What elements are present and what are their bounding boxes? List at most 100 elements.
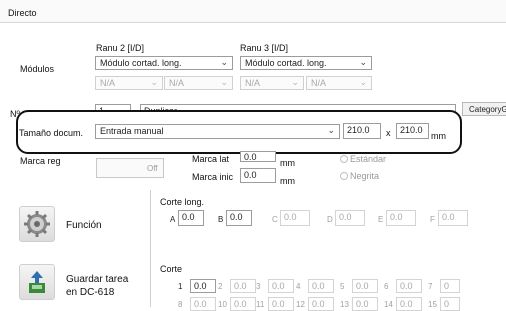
save-task-button[interactable] (19, 264, 55, 300)
cut-field-11[interactable]: 0.0 (268, 297, 294, 311)
cut-field-12[interactable]: 0.0 (308, 297, 334, 311)
long-cut-value: 0.0 (390, 212, 403, 222)
module-col2-na2-value: N/A (311, 78, 327, 88)
radio-bold-label: Negrita (350, 171, 380, 181)
save-icon (29, 271, 45, 293)
cut-key-4: 4 (296, 282, 301, 291)
cut-field-10[interactable]: 0.0 (230, 297, 256, 311)
cut-key-7: 7 (428, 282, 433, 291)
module-col2-value: Módulo cortad. long. (245, 58, 327, 68)
long-cut-value: 0.0 (182, 212, 195, 222)
module-col1-header: Ranu 2 [I/D] (96, 43, 145, 53)
function-label: Función (66, 220, 102, 231)
cut-field-2[interactable]: 0.0 (230, 279, 256, 293)
module-col1-na2-select[interactable]: N/A ⌄ (164, 76, 233, 90)
save-task-label-line1: Guardar tarea (66, 274, 129, 285)
module-col2-na1-value: N/A (245, 78, 261, 88)
long-cut-key-a: A (170, 215, 176, 224)
cut-value: 0 (444, 281, 450, 291)
long-cut-value: 0.0 (339, 212, 352, 222)
registration-toggle-text: Off (147, 164, 158, 173)
mark-start-unit: mm (280, 176, 295, 186)
cut-field-6[interactable]: 0.0 (396, 279, 422, 293)
cut-field-1[interactable]: 0.0 (190, 279, 216, 293)
cut-value: 0.0 (234, 299, 247, 309)
mark-lat-label: Marca lat (192, 154, 230, 164)
module-col1-na2-value: N/A (169, 78, 185, 88)
cut-key-5: 5 (340, 282, 345, 291)
doc-size-select[interactable]: Entrada manual ⌄ (95, 124, 340, 139)
chevron-down-icon: ⌄ (359, 57, 367, 67)
cut-field-14[interactable]: 0.0 (396, 297, 422, 311)
cut-value: 0.0 (312, 281, 325, 291)
long-cut-field-e[interactable]: 0.0 (386, 210, 416, 226)
cut-field-5[interactable]: 0.0 (352, 279, 378, 293)
mark-start-field[interactable]: 0.0 (240, 168, 276, 183)
cut-value: 0.0 (400, 299, 413, 309)
cut-value: 0.0 (272, 281, 285, 291)
radio-standard-label: Estándar (350, 154, 387, 164)
long-cut-key-e: E (378, 215, 384, 224)
cut-field-4[interactable]: 0.0 (308, 279, 334, 293)
cut-field-13[interactable]: 0.0 (352, 297, 378, 311)
chevron-down-icon: ⌄ (220, 77, 228, 87)
long-cut-field-f[interactable]: 0.0 (438, 210, 468, 226)
cut-title: Corte (160, 264, 183, 274)
module-col2-na2-select[interactable]: N/A ⌄ (306, 76, 372, 90)
radio-bold[interactable] (340, 172, 348, 180)
doc-size-unit: mm (431, 131, 446, 141)
save-task-label-line2: en DC-618 (66, 287, 115, 298)
doc-width-field[interactable]: 210.0 (343, 123, 381, 139)
cut-value: 0.0 (194, 281, 207, 291)
chevron-down-icon: ⌄ (359, 77, 367, 87)
cut-key-10: 10 (218, 300, 227, 309)
cut-field-7[interactable]: 0 (440, 279, 460, 293)
cut-value: 0 (444, 299, 450, 309)
chevron-down-icon: ⌄ (220, 57, 228, 67)
modules-label: Módulos (20, 64, 55, 74)
module-col1-select[interactable]: Módulo cortad. long. ⌄ (95, 56, 233, 70)
mark-lat-unit: mm (280, 158, 295, 168)
long-cut-value: 0.0 (442, 212, 455, 222)
long-cut-field-b[interactable]: 0.0 (226, 210, 252, 226)
module-col1-na1-select[interactable]: N/A ⌄ (95, 76, 163, 90)
long-cut-field-c[interactable]: 0.0 (280, 210, 310, 226)
category-button[interactable]: CategoryG (462, 102, 506, 116)
doc-width-value: 210.0 (347, 125, 370, 135)
chevron-down-icon: ⌄ (291, 77, 299, 87)
module-col2-header: Ranu 3 [I/D] (240, 43, 289, 53)
module-col2-na1-select[interactable]: N/A ⌄ (240, 76, 304, 90)
module-col2-select[interactable]: Módulo cortad. long. ⌄ (240, 56, 372, 70)
cut-key-11: 11 (256, 300, 265, 309)
module-col1-na1-value: N/A (100, 78, 116, 88)
radio-standard[interactable] (340, 155, 348, 163)
long-cut-key-b: B (218, 215, 224, 224)
function-button[interactable] (19, 206, 55, 242)
cut-key-8: 8 (178, 300, 183, 309)
module-col1-value: Módulo cortad. long. (100, 58, 182, 68)
cut-key-12: 12 (296, 300, 305, 309)
section-divider (150, 190, 151, 307)
cut-key-3: 3 (256, 282, 261, 291)
long-cut-key-c: C (272, 215, 278, 224)
cut-value: 0.0 (356, 299, 369, 309)
doc-size-label: Tamaño docum. (19, 128, 84, 138)
chevron-down-icon: ⌄ (150, 77, 158, 87)
doc-height-value: 210.0 (400, 125, 423, 135)
doc-size-value: Entrada manual (100, 126, 164, 136)
cut-key-14: 14 (384, 300, 393, 309)
registration-toggle[interactable]: Off (96, 158, 164, 178)
long-cut-field-a[interactable]: 0.0 (178, 210, 204, 226)
cut-key-15: 15 (428, 300, 437, 309)
cut-key-13: 13 (340, 300, 349, 309)
cut-field-15[interactable]: 0 (440, 297, 460, 311)
cut-field-8[interactable]: 0.0 (190, 297, 216, 311)
cut-value: 0.0 (312, 299, 325, 309)
long-cut-field-d[interactable]: 0.0 (335, 210, 365, 226)
mark-lat-field[interactable]: 0.0 (240, 151, 276, 162)
doc-height-field[interactable]: 210.0 (396, 123, 429, 139)
cut-field-3[interactable]: 0.0 (268, 279, 294, 293)
cut-key-2: 2 (218, 282, 223, 291)
mark-start-value: 0.0 (244, 170, 257, 180)
long-cut-value: 0.0 (284, 212, 297, 222)
